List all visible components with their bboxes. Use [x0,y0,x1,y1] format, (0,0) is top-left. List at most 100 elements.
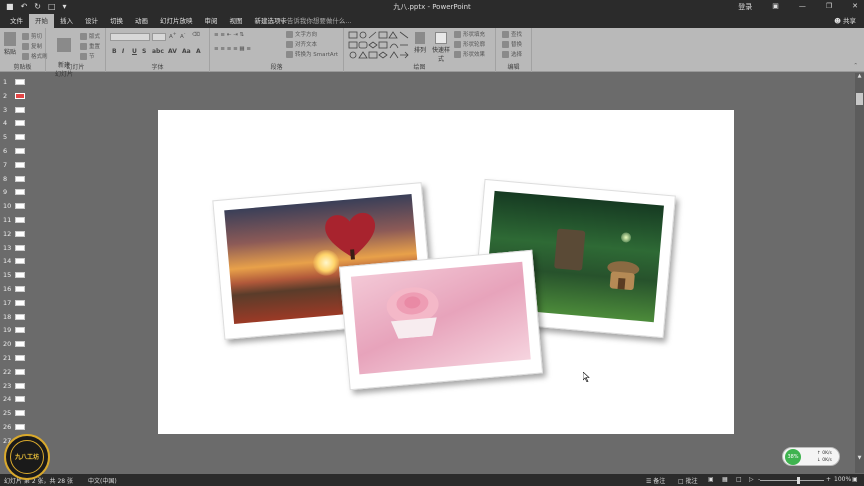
login-button[interactable]: 登录 [738,2,752,12]
heart-tree-crown [325,212,376,262]
slide-thumbnail[interactable]: 22 [0,365,30,379]
tab-animations[interactable]: 动画 [129,14,154,28]
restore-icon[interactable]: ❐ [826,2,832,12]
share-label: 共享 [843,17,856,25]
arrange-button[interactable]: 排列 [412,32,428,54]
slide-thumbnail[interactable]: 18 [0,310,30,324]
font-size-select[interactable] [152,33,166,41]
slideshow-view-icon[interactable]: ▷ [749,476,754,483]
slide-thumbnail[interactable]: 8 [0,172,30,186]
replace-button[interactable]: 替换 [502,40,522,48]
paste-button[interactable]: 粘贴 [3,32,17,56]
zoom-in-icon[interactable]: + [826,476,831,483]
shrink-font-icon[interactable]: A- [180,32,185,40]
layout-button[interactable]: 版式 [80,32,100,40]
select-button[interactable]: 选择 [502,50,522,58]
format-painter-button[interactable]: 格式刷 [22,52,48,60]
find-button[interactable]: 查找 [502,30,522,38]
language-indicator[interactable]: 中文(中国) [88,476,117,485]
slide-thumbnail[interactable]: 10 [0,199,30,213]
slide-number: 26 [3,423,12,431]
close-icon[interactable]: ✕ [852,2,858,12]
align-text-label: 对齐文本 [295,42,318,48]
tab-design[interactable]: 设计 [79,14,104,28]
shadow-button[interactable]: S [142,48,146,55]
slide-thumbnail[interactable]: 17 [0,296,30,310]
fit-slide-icon[interactable]: ▣ [852,476,858,483]
zoom-slider[interactable] [760,480,824,481]
align-icons[interactable]: ≡ ≡ ≡ ≡ ▦ ≡ [214,46,251,52]
zoom-slider-knob[interactable] [797,477,800,484]
minimize-icon[interactable]: — [799,2,806,12]
slide-thumbnail[interactable]: 7 [0,158,30,172]
vertical-scrollbar[interactable]: ▲ ▼ [855,73,864,473]
char-spacing-button[interactable]: AV [168,48,177,55]
scroll-thumb[interactable] [856,93,863,105]
slide-thumbnail[interactable]: 25 [0,406,30,420]
slide-thumbnail[interactable]: 6 [0,144,30,158]
slide-thumbnail[interactable]: 2 [0,89,30,103]
slide-thumbnail[interactable]: 21 [0,351,30,365]
collapse-ribbon-icon[interactable]: ⌃ [853,63,858,69]
italic-button[interactable]: I [122,48,124,55]
font-color-button[interactable]: A [196,48,201,55]
reading-view-icon[interactable]: □ [736,476,742,483]
align-text-button[interactable]: 对齐文本 [286,40,317,48]
shapes-gallery[interactable] [348,31,410,59]
tab-transitions[interactable]: 切换 [104,14,129,28]
slide-thumbnail[interactable]: 23 [0,379,30,393]
ribbon-display-icon[interactable]: ▣ [772,2,779,12]
slide-thumbnail[interactable]: 16 [0,282,30,296]
clear-format-icon[interactable]: ⌫ [192,32,200,38]
smartart-button[interactable]: 转换为 SmartArt [286,50,338,58]
section-button[interactable]: 节 [80,52,95,60]
shape-outline-button[interactable]: 形状轮廓 [454,40,485,48]
normal-view-icon[interactable]: ▣ [708,476,714,483]
slide-thumbnail[interactable]: 1 [0,75,30,89]
cut-button[interactable]: 剪切 [22,32,42,40]
copy-button[interactable]: 复制 [22,42,42,50]
scroll-down-icon[interactable]: ▼ [856,455,863,461]
slide-thumbnail[interactable]: 9 [0,185,30,199]
tell-me-input[interactable]: ⚲ 告诉我你想要做什么... [280,14,352,28]
bold-button[interactable]: B [112,48,117,55]
change-case-button[interactable]: Aa [182,48,191,55]
slide-thumbnail[interactable]: 19 [0,323,30,337]
slide-thumbnail[interactable]: 13 [0,241,30,255]
slide-thumbnail[interactable]: 20 [0,337,30,351]
grow-font-icon[interactable]: A+ [169,32,177,40]
strikethrough-button[interactable]: abc [152,48,164,55]
tab-home[interactable]: 开始 [29,14,54,28]
network-speed-widget[interactable]: 38% ↑ 0K/s ↓ 0K/s [782,447,840,466]
font-name-select[interactable] [110,33,150,41]
slide-thumbnail[interactable]: 15 [0,268,30,282]
share-button[interactable]: ☻ 共享 [834,14,856,28]
slide-thumbnail[interactable]: 5 [0,130,30,144]
bullets-icon[interactable]: ≡ ≡ ⇤ ⇥ ⇅ [214,32,244,38]
tab-view[interactable]: 视图 [224,14,249,28]
tree-stump [554,228,586,271]
tab-file[interactable]: 文件 [4,14,29,28]
scroll-up-icon[interactable]: ▲ [856,73,863,79]
slide-thumbnail[interactable]: 26 [0,420,30,434]
tab-insert[interactable]: 插入 [54,14,79,28]
rose-cupcake-photo[interactable] [338,249,544,391]
slide-thumbnail[interactable]: 3 [0,103,30,117]
slide-thumbnail[interactable]: 14 [0,254,30,268]
sorter-view-icon[interactable]: ▦ [722,476,728,483]
underline-button[interactable]: U [132,48,137,55]
slide-thumbnail[interactable]: 4 [0,116,30,130]
zoom-level[interactable]: 100% [834,476,851,483]
text-direction-button[interactable]: 文字方向 [286,30,317,38]
tab-review[interactable]: 审阅 [199,14,224,28]
shape-fill-button[interactable]: 形状填充 [454,30,485,38]
shape-effects-button[interactable]: 形状效果 [454,50,485,58]
slide-thumbnail[interactable]: 11 [0,213,30,227]
quick-styles-button[interactable]: 快速样式 [430,32,452,63]
reset-button[interactable]: 重置 [80,42,100,50]
slide-thumbnail[interactable]: 12 [0,227,30,241]
slide-thumbnail[interactable]: 24 [0,392,30,406]
notes-button[interactable]: ☰ 备注 [646,476,665,485]
tab-slideshow[interactable]: 幻灯片放映 [154,14,199,28]
comments-button[interactable]: □ 批注 [678,476,698,485]
